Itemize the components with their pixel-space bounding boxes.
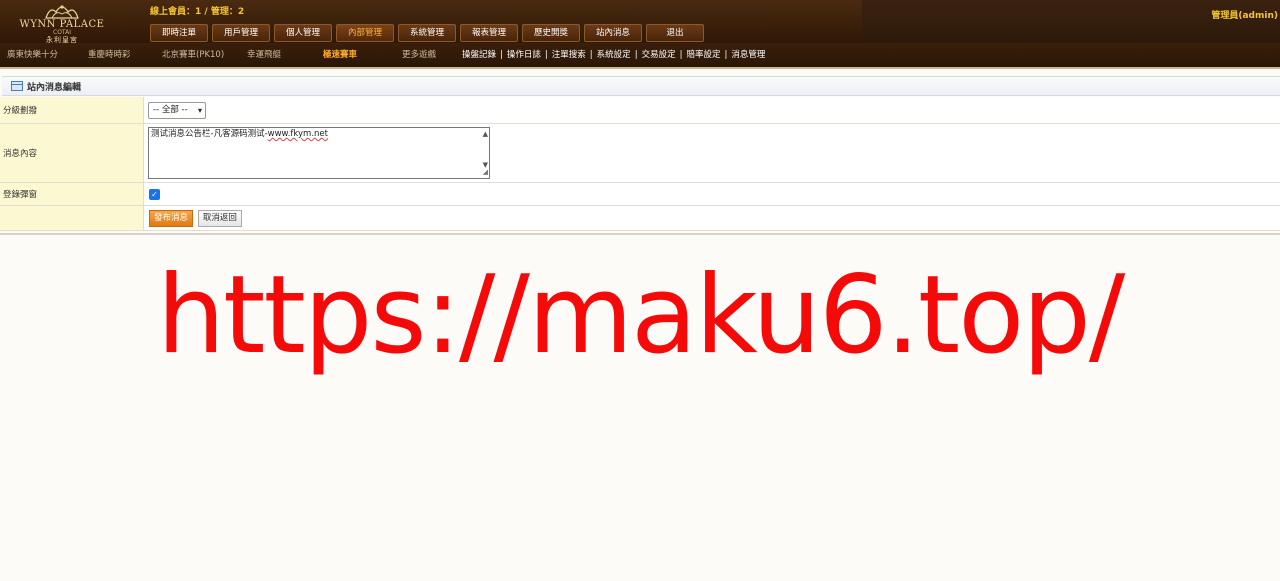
link-bet-search[interactable]: 注單搜索 [552,50,586,60]
nav-site-messages[interactable]: 站內消息 [584,24,642,42]
chevron-down-icon: ▾ [197,105,202,115]
level-select[interactable]: -- 全部 -- ▾ [148,101,206,119]
nav-live-bets[interactable]: 即時注單 [150,24,208,42]
form-row-level: 分級劃撥 -- 全部 -- ▾ [0,97,1280,124]
message-edit-form: 分級劃撥 -- 全部 -- ▾ 消息內容 测试消息公告栏-凡客源码测试-www.… [0,97,1280,231]
game-more-games[interactable]: 更多遊戲 [402,48,436,60]
divider: | [679,50,683,60]
admin-user[interactable]: 管理員(admin) [1211,8,1278,21]
divider: | [724,50,728,60]
form-row-popup: 登錄彈窗 ✓ [0,182,1280,206]
divider: | [544,50,548,60]
divider: | [634,50,638,60]
nav-system-management[interactable]: 系統管理 [398,24,456,42]
link-odds-settings[interactable]: 賠率設定 [686,50,720,60]
nav-personal-management[interactable]: 個人管理 [274,24,332,42]
link-trading-records[interactable]: 操盤記錄 [462,50,496,60]
sub-nav-bar: 廣東快樂十分 重慶時時彩 北京賽車(PK10) 幸運飛艇 極速賽車 更多遊戲 操… [0,43,1280,69]
online-count: 線上會員：1 / 管理：2 [150,7,245,17]
top-header: WYNN PALACE COTAI 永利皇宮 線上會員：1 / 管理：2 管理員… [0,0,1280,44]
watermark-url: https://maku6.top/ [156,253,1126,378]
nav-internal-management[interactable]: 內部管理 [336,24,394,42]
panel-title: 站內消息編輯 [27,83,82,93]
game-chongqing-ssc[interactable]: 重慶時時彩 [88,48,131,60]
game-lucky-airship[interactable]: 幸運飛艇 [247,48,281,60]
nav-draw-history[interactable]: 歷史開獎 [522,24,580,42]
link-trade-settings[interactable]: 交易設定 [642,50,676,60]
panel-bottom-border [0,233,1280,235]
content-label: 消息內容 [0,123,144,183]
nav-logout[interactable]: 退出 [646,24,704,42]
divider: | [589,50,593,60]
form-row-actions: 發布消息 取消返回 [0,205,1280,231]
actions-label [0,205,144,231]
crest-icon [45,5,79,19]
internal-sub-links: 操盤記錄 | 操作日誌 | 注單搜索 | 系統設定 | 交易設定 | 賠率設定 | 消息管理 [462,48,765,60]
panel-header: 站內消息編輯 [2,76,1280,96]
wynn-palace-logo: WYNN PALACE COTAI 永利皇宮 [14,2,110,44]
resize-grip-icon[interactable]: ◢ [483,167,488,178]
level-label: 分級劃撥 [0,97,144,124]
content-text: 测试消息公告栏-凡客源码测试- [151,129,268,139]
form-row-content: 消息內容 测试消息公告栏-凡客源码测试-www.fkym.net ▲ ▼ ◢ [0,123,1280,183]
publish-button[interactable]: 發布消息 [149,209,194,227]
link-operation-log[interactable]: 操作日誌 [507,50,541,60]
link-message-management[interactable]: 消息管理 [731,50,765,60]
header-right-panel [862,0,1280,43]
content-url: www.fkym.net [267,129,328,139]
game-guangdong-happy10[interactable]: 廣東快樂十分 [7,48,58,60]
scroll-up-icon[interactable]: ▲ [483,129,488,140]
game-speed-racing[interactable]: 極速賽車 [323,48,357,60]
window-icon [11,81,23,91]
cancel-button[interactable]: 取消返回 [197,209,242,227]
nav-report-management[interactable]: 報表管理 [460,24,518,42]
main-nav: 即時注單 用戶管理 個人管理 內部管理 系統管理 報表管理 歷史開獎 站內消息 … [150,24,704,42]
link-system-settings[interactable]: 系統設定 [597,50,631,60]
content-textarea[interactable]: 测试消息公告栏-凡客源码测试-www.fkym.net ▲ ▼ ◢ [148,127,490,179]
nav-user-management[interactable]: 用戶管理 [212,24,270,42]
game-beijing-pk10[interactable]: 北京賽車(PK10) [162,48,224,60]
divider: | [500,50,503,60]
level-select-value: -- 全部 -- [153,104,188,115]
popup-label: 登錄彈窗 [0,182,144,206]
popup-checkbox[interactable]: ✓ [149,188,160,200]
